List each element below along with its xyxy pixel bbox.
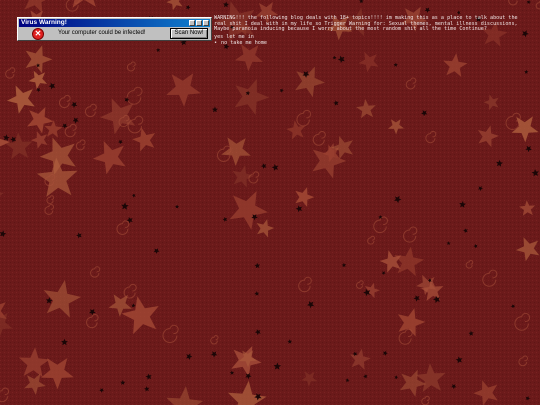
popup-titlebar[interactable]: Virus Warning! xyxy=(19,19,210,27)
close-icon[interactable] xyxy=(203,20,209,26)
scan-now-button[interactable]: Scan Now! xyxy=(170,28,208,39)
error-icon: ✕ xyxy=(32,28,44,40)
enter-links: yes let me in no take me home xyxy=(214,34,532,46)
warning-text: WARNING!!! the following blog deals with… xyxy=(214,15,518,33)
no-take-me-home-link[interactable]: no take me home xyxy=(214,40,532,46)
maximize-icon[interactable] xyxy=(196,20,202,26)
popup-message: Your computer could be infected! xyxy=(58,30,146,36)
content-warning: WARNING!!! the following blog deals with… xyxy=(214,15,532,46)
popup-title: Virus Warning! xyxy=(21,19,67,26)
star-pattern-background xyxy=(0,0,540,405)
popup-body: ✕ Your computer could be infected! Scan … xyxy=(18,27,211,40)
window-controls xyxy=(189,20,209,26)
minimize-icon[interactable] xyxy=(189,20,195,26)
virus-warning-popup: Virus Warning! ✕ Your computer could be … xyxy=(17,17,212,41)
